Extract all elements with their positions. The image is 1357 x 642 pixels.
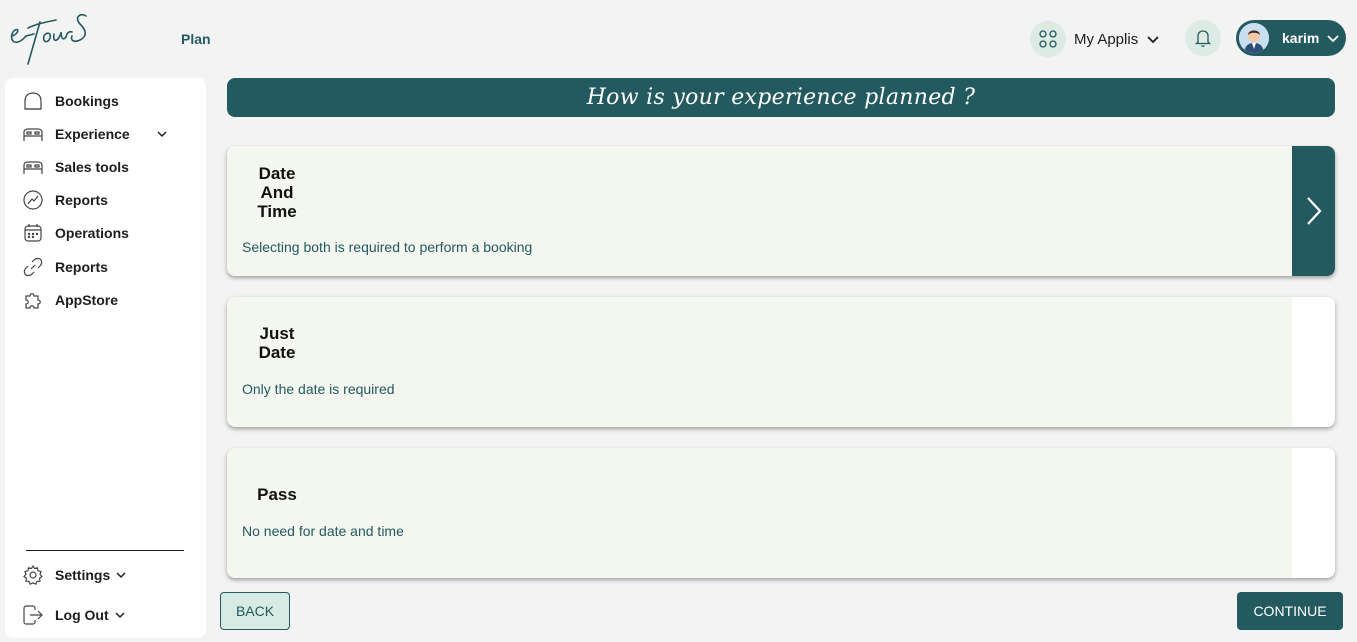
- user-menu[interactable]: karim: [1236, 20, 1346, 56]
- option-select-button[interactable]: [1292, 146, 1335, 276]
- etours-logo[interactable]: [8, 6, 98, 68]
- gear-icon: [22, 564, 44, 586]
- bookings-icon: [22, 90, 44, 112]
- puzzle-icon: [22, 289, 44, 311]
- sidebar-item-label: Reports: [55, 259, 108, 275]
- sidebar-item-label: Settings: [55, 567, 111, 583]
- bed-icon: [22, 156, 44, 178]
- chevron-down-icon: [116, 572, 126, 579]
- bed-icon: [22, 123, 44, 145]
- sidebar-item-label: Bookings: [55, 93, 119, 109]
- chevron-down-icon: [115, 612, 125, 619]
- sidebar-item-reports[interactable]: Reports: [22, 189, 108, 211]
- my-applis-label: My Applis: [1074, 30, 1139, 48]
- sidebar: Bookings Experience Sales tools Reports …: [5, 78, 206, 638]
- back-button[interactable]: BACK: [220, 592, 290, 630]
- option-description: Selecting both is required to perform a …: [242, 239, 533, 255]
- sidebar-item-sales-tools[interactable]: Sales tools: [22, 156, 129, 178]
- page-banner: How is your experience planned ?: [227, 78, 1335, 117]
- option-description: Only the date is required: [242, 381, 395, 397]
- sidebar-item-bookings[interactable]: Bookings: [22, 90, 119, 112]
- sidebar-item-label: Experience: [55, 126, 130, 142]
- sidebar-item-operations[interactable]: Operations: [22, 222, 129, 244]
- notifications-button[interactable]: [1185, 20, 1221, 56]
- option-date-and-time[interactable]: Date And Time Selecting both is required…: [227, 146, 1335, 276]
- sidebar-item-settings[interactable]: Settings: [22, 564, 127, 586]
- user-name: karim: [1282, 30, 1320, 46]
- option-select-area[interactable]: [1292, 297, 1335, 427]
- logout-icon: [22, 604, 44, 626]
- chevron-down-icon: [1327, 35, 1339, 43]
- calendar-icon: [22, 222, 44, 244]
- sidebar-item-experience[interactable]: Experience: [22, 123, 168, 145]
- my-applis-menu[interactable]: My Applis: [1030, 21, 1160, 57]
- sidebar-item-label: Operations: [55, 225, 129, 241]
- sidebar-divider: [26, 550, 184, 551]
- option-select-area[interactable]: [1292, 448, 1335, 578]
- chart-icon: [22, 189, 44, 211]
- chevron-down-icon: [1147, 36, 1159, 44]
- sidebar-item-logout[interactable]: Log Out: [22, 604, 126, 626]
- apps-grid-icon: [1030, 21, 1066, 57]
- option-description: No need for date and time: [242, 523, 404, 539]
- option-just-date[interactable]: Just Date Only the date is required: [227, 297, 1335, 427]
- sidebar-item-label: Reports: [55, 192, 108, 208]
- bell-icon: [1194, 30, 1212, 47]
- option-pass[interactable]: Pass No need for date and time: [227, 448, 1335, 578]
- sidebar-item-label: AppStore: [55, 292, 118, 308]
- avatar: [1239, 23, 1269, 53]
- continue-button[interactable]: CONTINUE: [1237, 592, 1343, 630]
- sidebar-item-reports-2[interactable]: Reports: [22, 256, 108, 278]
- plan-label[interactable]: Plan: [181, 31, 211, 47]
- chevron-down-icon: [157, 131, 167, 138]
- link-icon: [22, 256, 44, 278]
- sidebar-item-label: Sales tools: [55, 159, 129, 175]
- sidebar-item-label: Log Out: [55, 607, 109, 623]
- sidebar-item-appstore[interactable]: AppStore: [22, 289, 118, 311]
- page-title: How is your experience planned ?: [586, 85, 976, 110]
- chevron-right-icon: [1306, 197, 1321, 225]
